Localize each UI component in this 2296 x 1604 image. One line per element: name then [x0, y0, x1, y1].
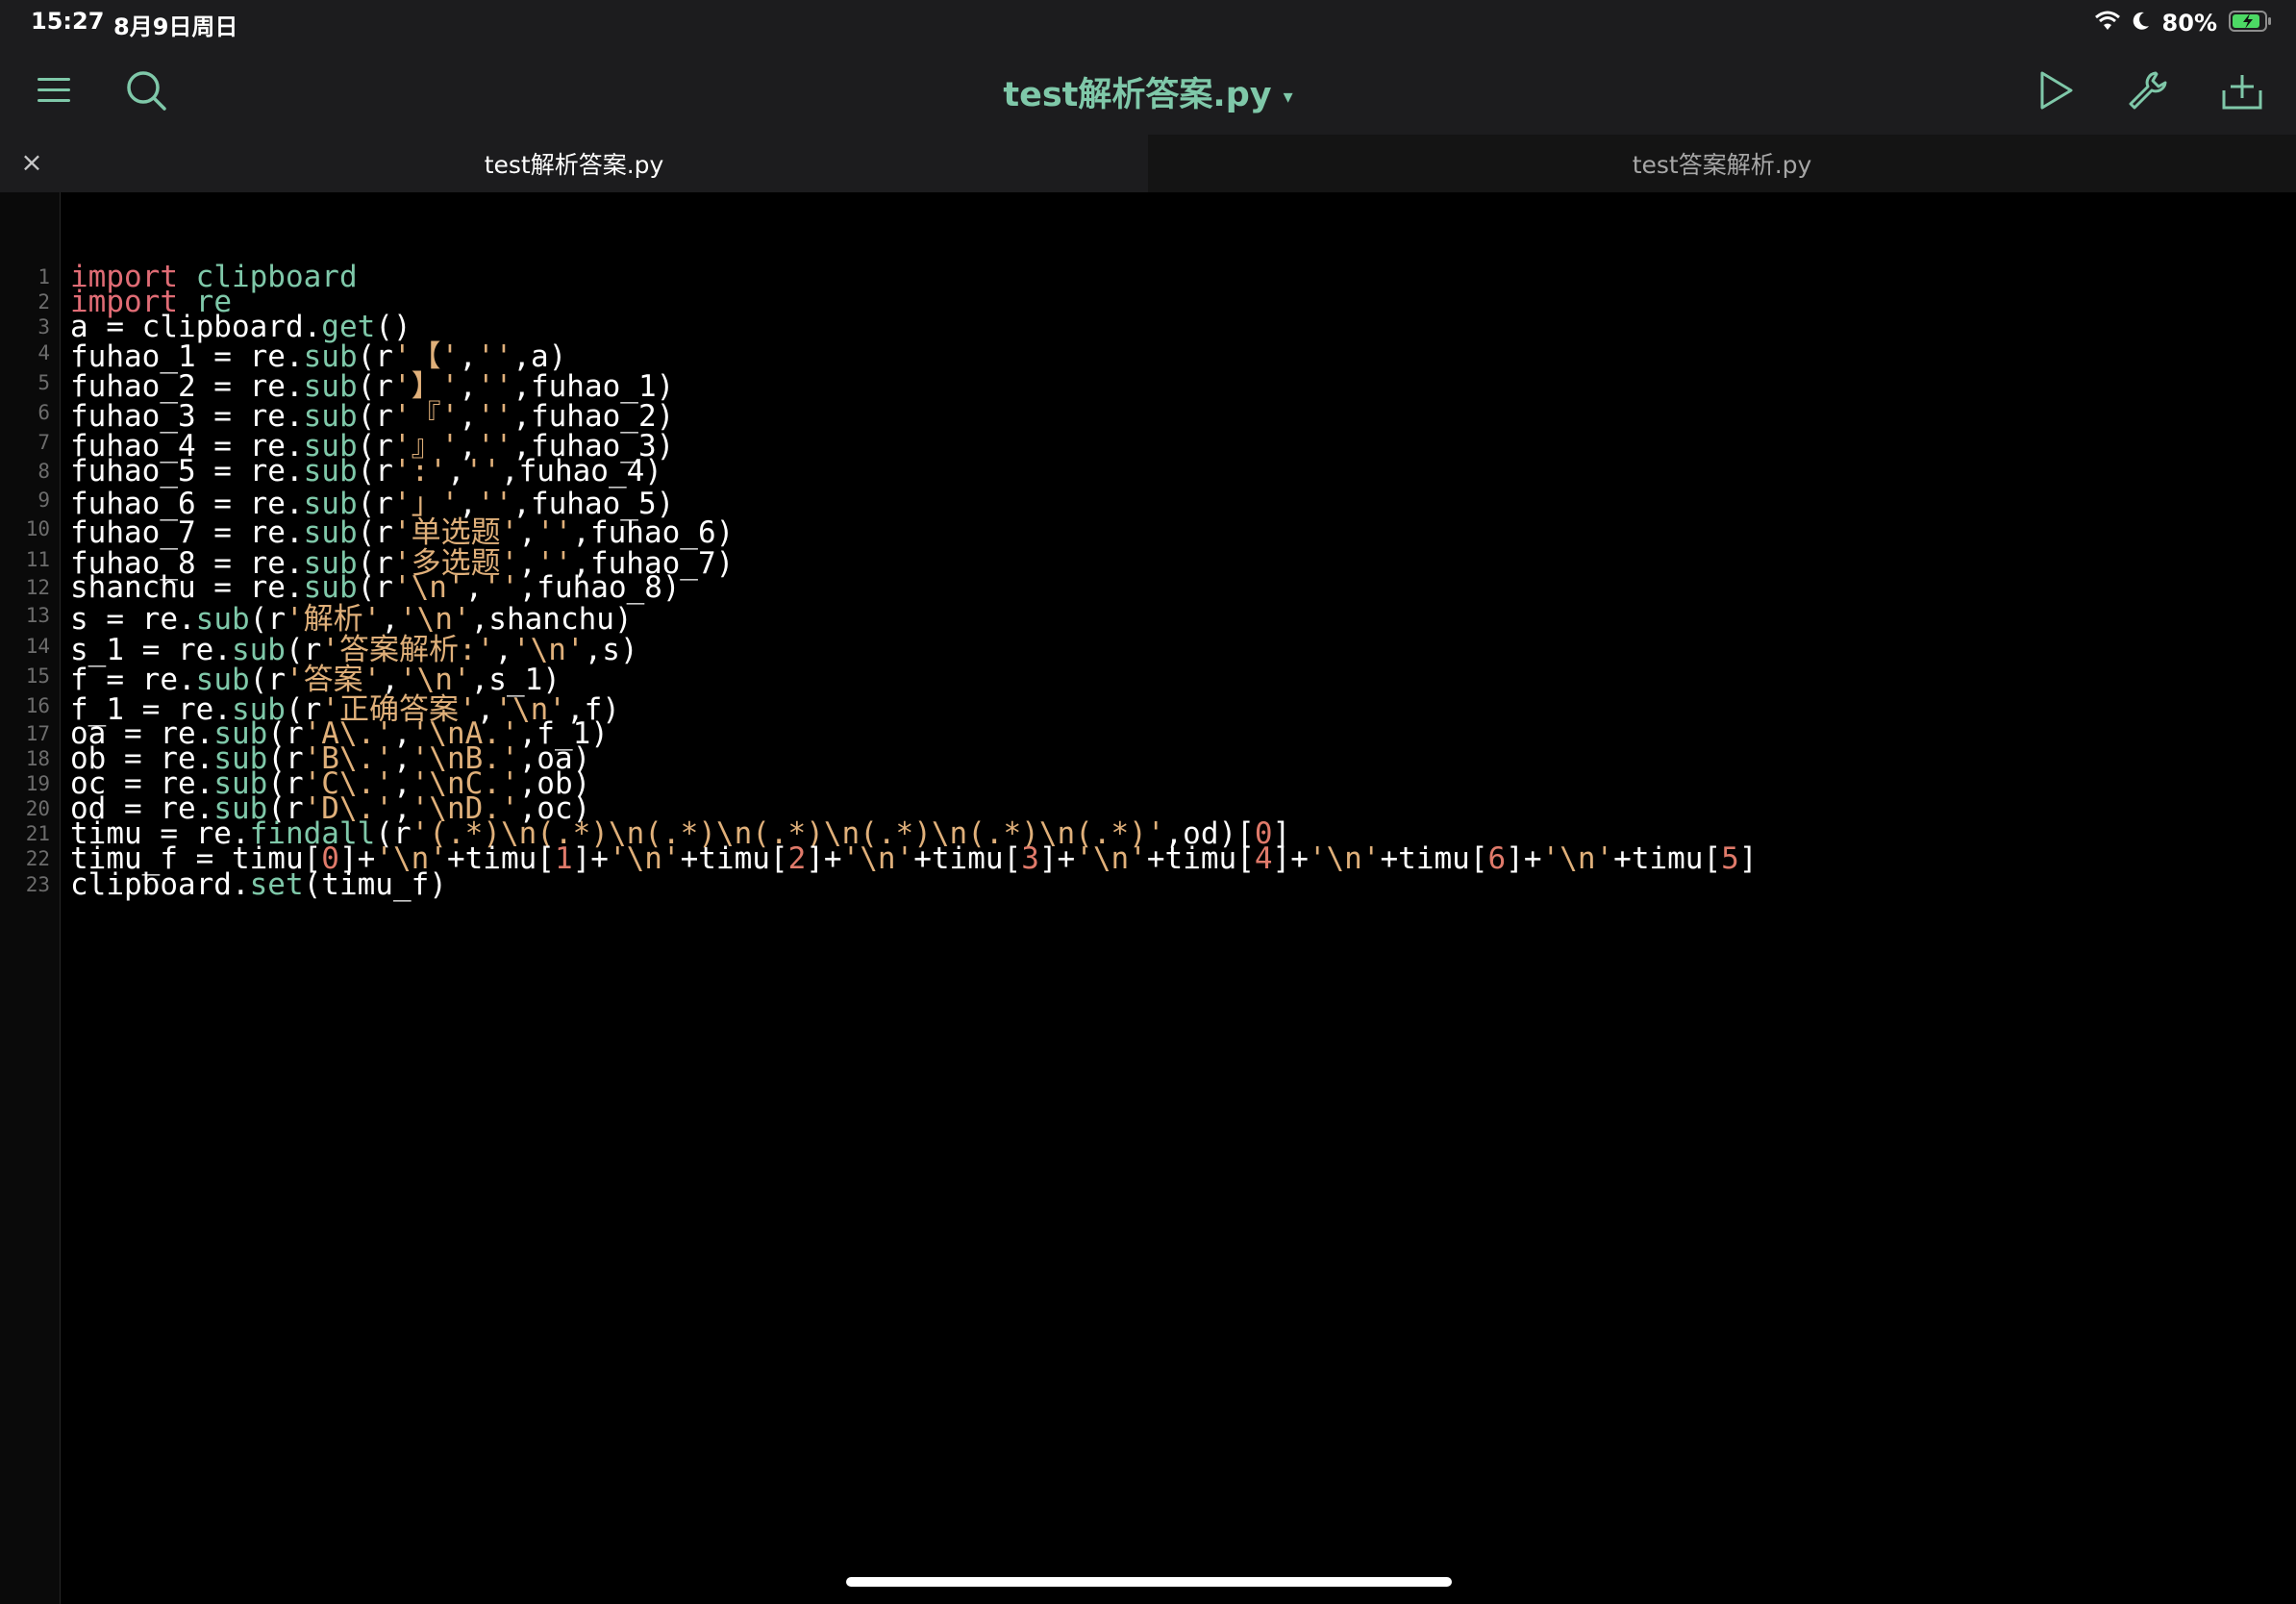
code-line[interactable]: 23 clipboard.set(timu_f)	[0, 864, 447, 906]
code-token: '\n'	[608, 841, 681, 876]
code-token: 2	[787, 841, 807, 876]
status-date: 8月9日周日	[113, 13, 238, 40]
moon-icon	[2132, 11, 2151, 36]
code-text: clipboard.set(timu_f)	[70, 867, 447, 902]
code-token: '\n'	[1308, 841, 1381, 876]
code-token: 5	[1721, 841, 1739, 876]
wrench-icon[interactable]	[2123, 65, 2173, 115]
status-bar: 15:27 8月9日周日 80%	[0, 0, 2296, 46]
tab-test-jiexi-daan[interactable]: test解析答案.py	[0, 135, 1148, 192]
code-token: clipboard.	[70, 867, 250, 902]
code-token: (timu_f)	[303, 867, 447, 902]
code-token: +timu[	[1380, 841, 1488, 876]
file-title[interactable]: test解析答案.py ▾	[0, 67, 2296, 116]
code-token: ]+	[806, 841, 842, 876]
code-token: +timu[	[913, 841, 1022, 876]
status-time: 15:27	[31, 8, 105, 35]
close-icon[interactable]: ×	[17, 148, 46, 177]
code-token: +timu[	[680, 841, 788, 876]
code-token: ,s)	[584, 632, 638, 667]
wifi-icon	[2094, 11, 2120, 36]
code-token: ]+	[1038, 841, 1076, 876]
battery-percent: 80%	[2161, 10, 2217, 37]
tab-test-daan-jiexi[interactable]: test答案解析.py	[1148, 135, 2296, 192]
file-title-text: test解析答案.py	[1003, 76, 1272, 114]
add-file-icon[interactable]	[2217, 65, 2267, 115]
code-token: ]	[1738, 841, 1758, 876]
code-token: '\n'	[1075, 841, 1147, 876]
code-token: 3	[1021, 841, 1039, 876]
code-token: '\n'	[841, 841, 914, 876]
code-token: 4	[1254, 841, 1273, 876]
code-token: 6	[1487, 841, 1507, 876]
code-token: 1	[554, 841, 573, 876]
code-editor[interactable]: 1 import clipboard 2 import re 3 a = clipboar…	[0, 192, 2296, 1604]
tab-bar: test解析答案.py × test答案解析.py	[0, 135, 2296, 192]
status-indicators: 80%	[2094, 6, 2273, 40]
code-token: '\n'	[1541, 841, 1614, 876]
code-token: set	[249, 867, 304, 902]
home-indicator	[846, 1577, 1452, 1587]
code-token: +timu[	[1613, 841, 1722, 876]
code-token: +timu[	[446, 841, 555, 876]
code-token: ]+	[572, 841, 609, 876]
line-number: 10	[25, 517, 50, 540]
chevron-down-icon: ▾	[1283, 85, 1293, 108]
battery-icon	[2229, 10, 2273, 37]
tab-label: test答案解析.py	[1632, 151, 1812, 179]
line-number: 13	[25, 604, 50, 627]
code-token: ]+	[1272, 841, 1309, 876]
code-token: +timu[	[1146, 841, 1255, 876]
editor-toolbar: test解析答案.py ▾	[0, 46, 2296, 135]
line-number: 23	[25, 873, 50, 896]
tab-label: test解析答案.py	[484, 151, 664, 179]
run-button[interactable]	[2031, 65, 2081, 115]
code-token: ]+	[1506, 841, 1542, 876]
